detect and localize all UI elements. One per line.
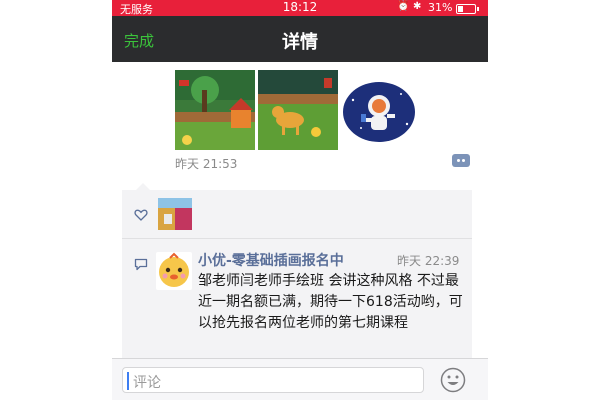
comment-row[interactable]: 小优-零基础插画报名中 昨天 22:39 邹老师闫老师手绘班 会讲这种风格 不过…: [122, 240, 472, 358]
nav-bar: 完成 详情: [112, 16, 488, 62]
comment-text: 邹老师闫老师手绘班 会讲这种风格 不过最近一期名额已满，期待一下618活动哟，可…: [198, 273, 463, 331]
battery-fill: [458, 6, 463, 12]
avatar[interactable]: [158, 198, 192, 230]
comment-input[interactable]: 评论: [122, 367, 424, 393]
bluetooth-icon: ✱: [413, 1, 422, 12]
post-image-garden[interactable]: [175, 70, 255, 150]
comment-time: 昨天 22:39: [397, 254, 460, 268]
like-row: [122, 190, 472, 239]
heart-icon: [134, 207, 148, 221]
status-bar: 无服务 18:12 ⏰ ✱ 31%: [112, 0, 488, 16]
page-title: 详情: [282, 32, 318, 53]
moment-detail: 昨天 21:53 小优-零基础插画报名中 昨天 22:39 邹老师闫老师手绘班 …: [112, 62, 488, 358]
post-image-astronaut[interactable]: [341, 70, 421, 150]
phone-screen: 无服务 18:12 ⏰ ✱ 31% 完成 详情 昨天 21:53 小优-零基础插…: [112, 0, 488, 400]
avatar[interactable]: [156, 252, 192, 290]
comment-author[interactable]: 小优-零基础插画报名中: [198, 250, 344, 270]
comment-input-bar: 评论: [112, 358, 488, 400]
screen: 无服务 18:12 ⏰ ✱ 31% 完成 详情 昨天 21:53 小优-零基础插…: [0, 0, 600, 400]
emoji-icon[interactable]: [440, 367, 466, 393]
likes-comments-panel: 小优-零基础插画报名中 昨天 22:39 邹老师闫老师手绘班 会讲这种风格 不过…: [122, 183, 472, 358]
comment-dots-icon[interactable]: [452, 154, 470, 167]
text-caret: [127, 372, 129, 390]
battery-icon: [456, 4, 479, 14]
battery-percent: 31%: [428, 1, 453, 14]
alarm-icon: ⏰: [397, 1, 410, 12]
post-image-dog[interactable]: [258, 70, 338, 150]
post-time: 昨天 21:53: [175, 157, 238, 171]
comment-icon: [134, 256, 148, 271]
panel-arrow: [136, 183, 150, 190]
battery-nub: [477, 7, 479, 11]
comment-placeholder: 评论: [133, 375, 161, 391]
